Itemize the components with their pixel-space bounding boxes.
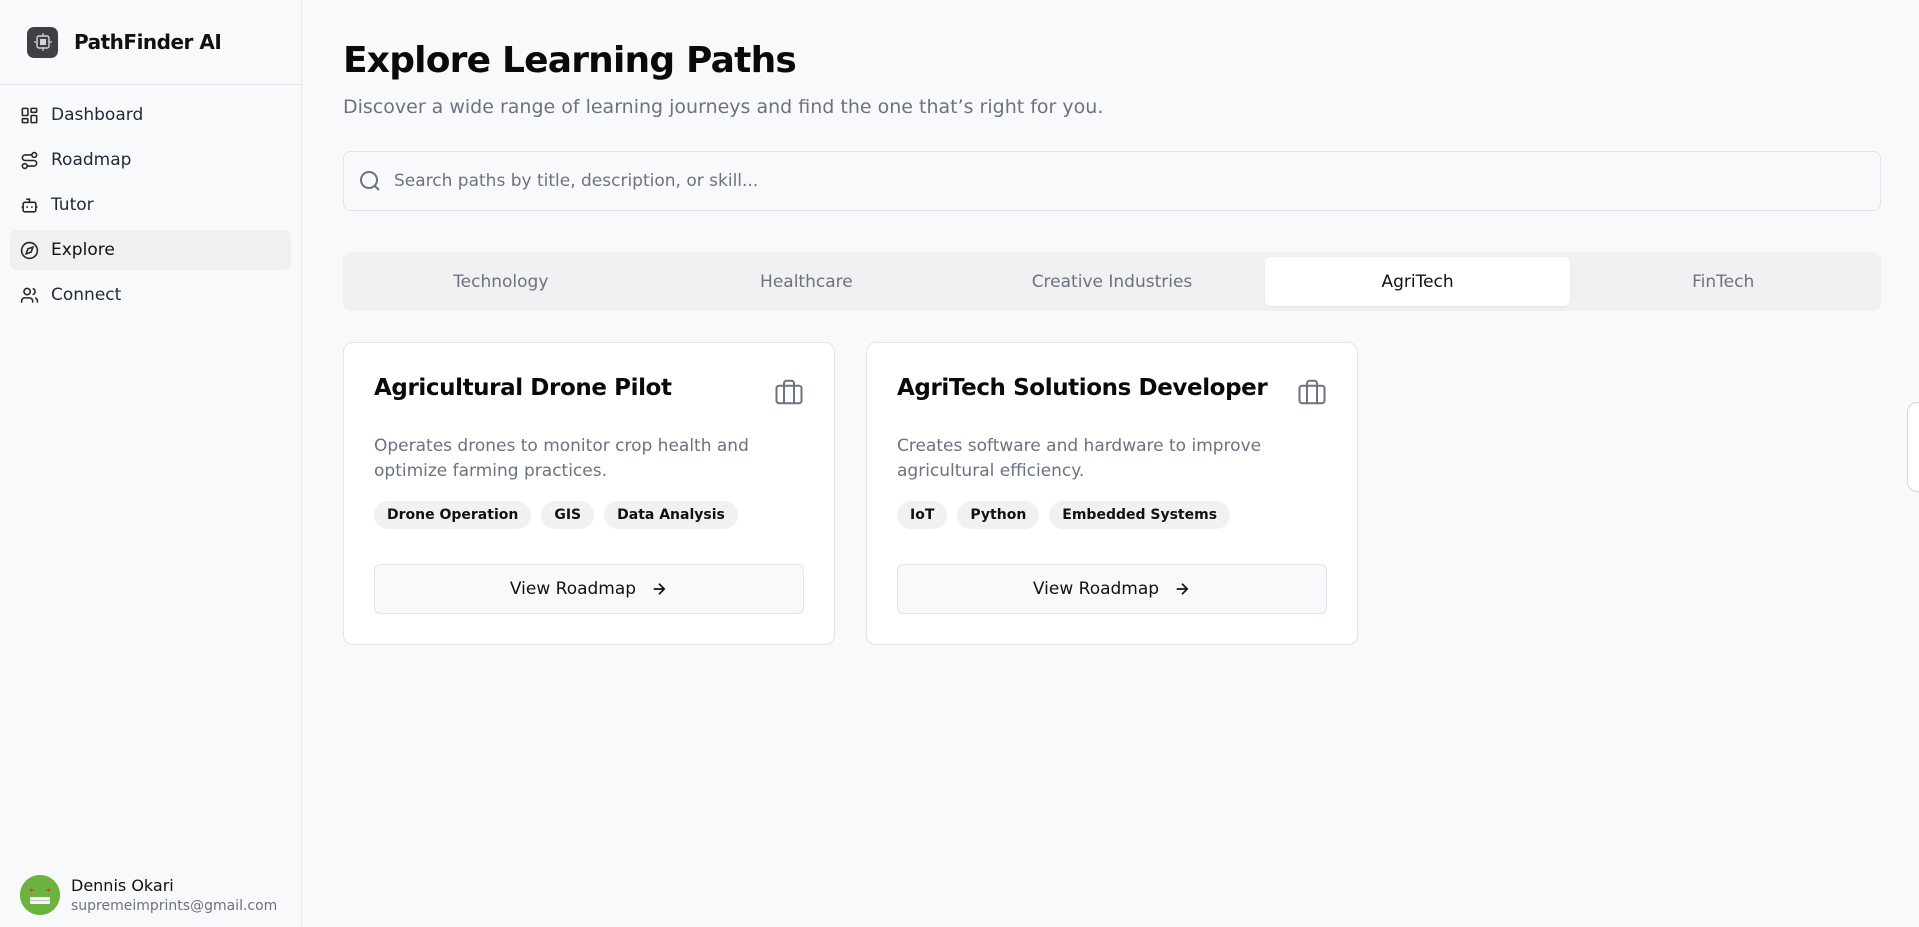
app-name: PathFinder AI [74,30,222,54]
sidebar: PathFinder AI Dashboard Roadmap Tutor Ex… [0,0,302,927]
sidebar-item-dashboard[interactable]: Dashboard [10,95,291,135]
search-input[interactable] [394,171,1794,191]
sidebar-item-roadmap[interactable]: Roadmap [10,140,291,180]
skill-tags: Drone Operation GIS Data Analysis [374,501,804,529]
card-description: Operates drones to monitor crop health a… [374,436,749,481]
view-roadmap-button[interactable]: View Roadmap [897,564,1327,614]
dashboard-icon [21,107,38,123]
sidebar-item-label: Dashboard [51,105,144,125]
sidebar-item-label: Connect [51,285,122,305]
tab-technology[interactable]: Technology [348,257,654,306]
skill-tag: Drone Operation [374,501,532,529]
user-name: Dennis Okari [71,876,174,895]
skill-tags: IoT Python Embedded Systems [897,501,1327,529]
avatar [20,875,60,915]
sidebar-item-label: Roadmap [51,150,132,170]
main-content: Explore Learning Paths Discover a wide r… [343,0,1881,645]
card-description: Creates software and hardware to improve… [897,436,1262,481]
bot-icon [21,197,38,213]
page-title: Explore Learning Paths [343,40,797,81]
card-title: Agricultural Drone Pilot [374,375,672,401]
user-profile[interactable]: Dennis Okari supremeimprints@gmail.com [20,875,277,915]
tab-creative-industries[interactable]: Creative Industries [959,257,1265,306]
users-icon [20,287,39,303]
sidebar-item-label: Tutor [51,195,94,215]
button-label: View Roadmap [1032,579,1160,599]
sidebar-nav: Dashboard Roadmap Tutor Explore Connect [0,85,301,330]
path-card: AgriTech Solutions Developer Creates sof… [866,342,1358,645]
arrow-right-icon [1176,583,1189,595]
compass-icon [20,241,39,259]
skill-tag: Embedded Systems [1049,501,1231,529]
path-card: Agricultural Drone Pilot Operates drones… [343,342,835,645]
sidebar-item-explore[interactable]: Explore [10,230,291,270]
path-cards: Agricultural Drone Pilot Operates drones… [343,342,1881,645]
sidebar-item-label: Explore [51,240,115,260]
brand[interactable]: PathFinder AI [0,0,301,85]
tab-agritech[interactable]: AgriTech [1264,257,1571,306]
briefcase-icon [1298,379,1326,405]
skill-tag: Data Analysis [604,501,738,529]
tab-fintech[interactable]: FinTech [1570,257,1876,306]
arrow-right-icon [653,583,666,595]
skill-tag: GIS [541,501,595,529]
skill-tag: IoT [897,501,948,529]
sidebar-item-connect[interactable]: Connect [10,275,291,315]
search-icon [360,171,380,191]
side-panel-handle[interactable] [1907,402,1919,492]
page-subtitle: Discover a wide range of learning journe… [343,96,1104,118]
button-label: View Roadmap [509,579,637,599]
tab-healthcare[interactable]: Healthcare [654,257,960,306]
user-email: supremeimprints@gmail.com [71,898,278,914]
skill-tag: Python [957,501,1040,529]
view-roadmap-button[interactable]: View Roadmap [374,564,804,614]
app-logo-icon [27,26,58,58]
card-title: AgriTech Solutions Developer [897,375,1268,401]
briefcase-icon [775,379,803,405]
sidebar-item-tutor[interactable]: Tutor [10,185,291,225]
category-tabs: Technology Healthcare Creative Industrie… [343,252,1881,311]
search-bar [343,151,1881,211]
roadmap-icon [21,151,38,169]
